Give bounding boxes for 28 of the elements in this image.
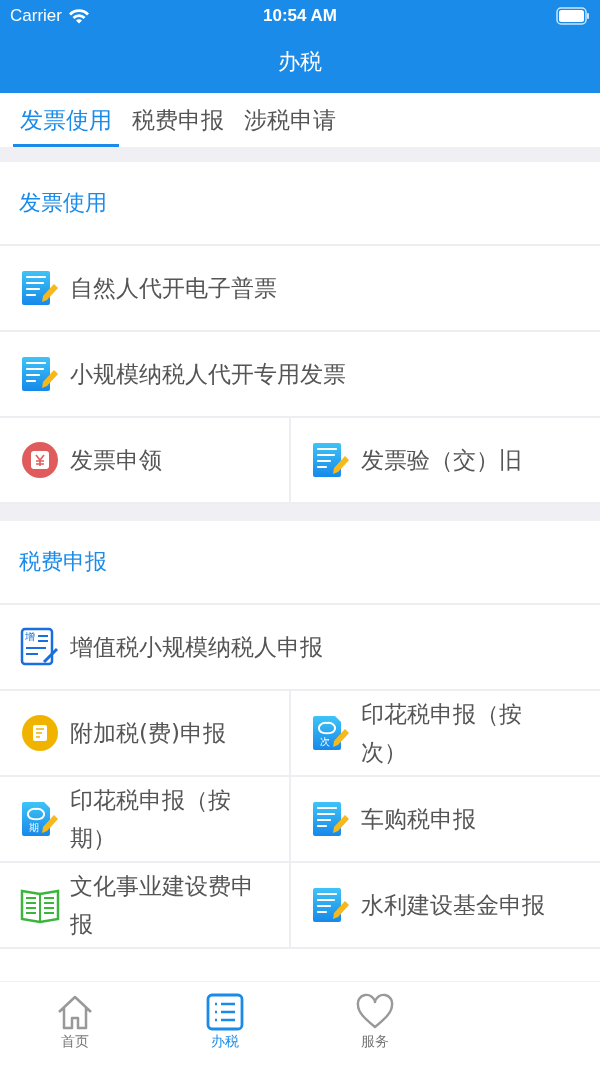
ticket-icon [20,440,60,480]
icon-label: 增 [25,631,35,642]
tab[interactable]: 涉税申请 [237,93,343,147]
note-icon [20,713,60,753]
wifi-icon [67,7,90,24]
tab[interactable]: 发票使用 [13,93,119,147]
page-title: 办税 [278,48,322,76]
document-pencil-icon [311,799,351,839]
tab-bar-item[interactable]: 服务 [300,982,450,1067]
section-title: 发票使用 [19,189,107,217]
tab-bar-item[interactable]: 首页 [0,982,150,1067]
tab[interactable]: 税费申报 [125,93,231,147]
icon-label: 次 [320,736,330,747]
document-pencil-icon [311,885,351,925]
document-icon [20,627,60,667]
tab-bar-item[interactable]: 办税 [150,982,300,1067]
section-title: 税费申报 [19,548,107,576]
icon-label: 期 [29,822,39,833]
document-pencil-icon [20,268,60,308]
document-pencil-icon [311,440,351,480]
list-icon [206,992,244,1031]
stamp-document-icon [311,713,351,753]
stamp-document-icon [20,799,60,839]
status-time: 10:54 AM [263,5,337,25]
document-pencil-icon [20,354,60,394]
battery-icon [556,6,590,25]
heart-icon [356,992,394,1031]
carrier-name: Carrier [10,5,62,26]
